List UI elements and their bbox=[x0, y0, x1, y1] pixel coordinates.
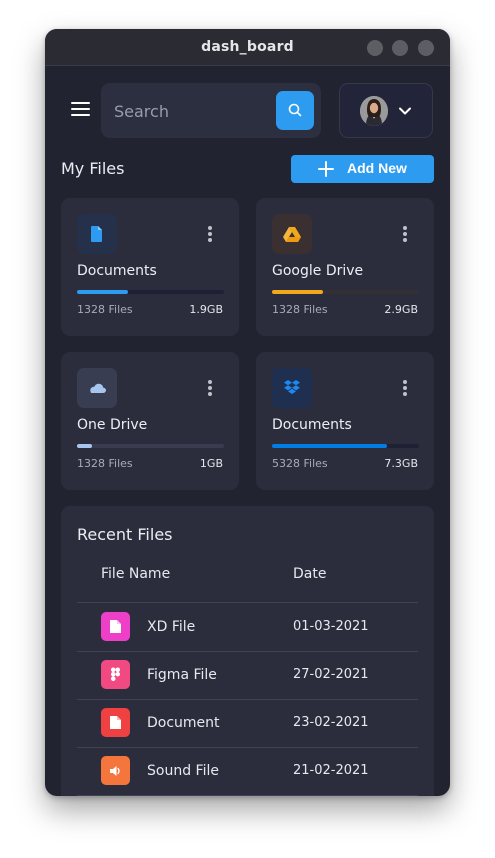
hamburger-menu-icon[interactable] bbox=[71, 102, 91, 118]
minimize-button[interactable] bbox=[367, 40, 383, 56]
app-window: dash_board My Files bbox=[45, 29, 450, 796]
xd-file-icon bbox=[101, 612, 130, 641]
usage-bar bbox=[272, 444, 419, 448]
file-date: 21-02-2021 bbox=[293, 763, 369, 778]
recent-files-panel: Recent Files File Name Date XD File 01-0… bbox=[61, 506, 434, 796]
usage-bar-fill bbox=[77, 290, 129, 294]
file-name: Sound File bbox=[147, 763, 219, 779]
storage-size: 1.9GB bbox=[189, 303, 223, 316]
sound-icon bbox=[101, 756, 130, 785]
table-row[interactable]: Document 23-02-2021 bbox=[77, 699, 418, 746]
storage-size: 2.9GB bbox=[384, 303, 418, 316]
my-files-title: My Files bbox=[61, 159, 125, 178]
storage-size: 1GB bbox=[199, 457, 223, 470]
search-input[interactable] bbox=[112, 96, 266, 126]
table-row[interactable]: Sound File 21-02-2021 bbox=[77, 747, 418, 794]
close-button[interactable] bbox=[418, 40, 434, 56]
avatar bbox=[360, 96, 388, 126]
file-date: 01-03-2021 bbox=[293, 619, 369, 634]
cloud-icon bbox=[77, 368, 117, 408]
document-icon bbox=[101, 708, 130, 737]
more-options-icon[interactable] bbox=[399, 379, 411, 397]
add-new-button[interactable]: Add New bbox=[291, 155, 434, 183]
search-icon bbox=[288, 103, 302, 117]
storage-size: 7.3GB bbox=[384, 457, 418, 470]
file-date: 23-02-2021 bbox=[293, 715, 369, 730]
card-name: Documents bbox=[272, 417, 352, 433]
more-options-icon[interactable] bbox=[204, 225, 216, 243]
usage-bar bbox=[77, 290, 224, 294]
more-options-icon[interactable] bbox=[204, 379, 216, 397]
maximize-button[interactable] bbox=[392, 40, 408, 56]
usage-bar-fill bbox=[272, 444, 387, 448]
card-name: Google Drive bbox=[272, 263, 364, 279]
recent-files-title: Recent Files bbox=[77, 525, 173, 544]
file-date: 27-02-2021 bbox=[293, 667, 369, 682]
file-count: 1328 Files bbox=[272, 303, 328, 316]
file-count: 5328 Files bbox=[272, 457, 328, 470]
file-count: 1328 Files bbox=[77, 457, 133, 470]
storage-card-documents[interactable]: Documents 1328 Files 1.9GB bbox=[61, 198, 239, 336]
search-button[interactable] bbox=[276, 91, 314, 130]
title-bar: dash_board bbox=[45, 29, 450, 66]
storage-card-dropbox[interactable]: Documents 5328 Files 7.3GB bbox=[256, 352, 434, 490]
file-name: Figma File bbox=[147, 667, 217, 683]
table-row[interactable]: Figma File 27-02-2021 bbox=[77, 651, 418, 698]
usage-bar-fill bbox=[77, 444, 92, 448]
file-count: 1328 Files bbox=[77, 303, 133, 316]
add-new-label: Add New bbox=[347, 160, 407, 176]
window-title: dash_board bbox=[201, 39, 294, 55]
chevron-down-icon bbox=[399, 107, 411, 115]
column-header-date: Date bbox=[293, 566, 327, 582]
more-options-icon[interactable] bbox=[399, 225, 411, 243]
file-name: XD File bbox=[147, 619, 196, 635]
table-row[interactable]: XD File 01-03-2021 bbox=[77, 603, 418, 650]
figma-icon bbox=[101, 660, 130, 689]
search-bar bbox=[101, 83, 321, 138]
google-drive-icon bbox=[272, 214, 312, 254]
card-name: One Drive bbox=[77, 417, 148, 433]
storage-card-google-drive[interactable]: Google Drive 1328 Files 2.9GB bbox=[256, 198, 434, 336]
card-name: Documents bbox=[77, 263, 157, 279]
usage-bar bbox=[272, 290, 419, 294]
profile-menu[interactable] bbox=[339, 83, 433, 138]
storage-card-one-drive[interactable]: One Drive 1328 Files 1GB bbox=[61, 352, 239, 490]
usage-bar bbox=[77, 444, 224, 448]
table-divider bbox=[77, 795, 418, 796]
document-icon bbox=[77, 214, 117, 254]
plus-icon bbox=[318, 161, 334, 177]
file-name: Document bbox=[147, 715, 220, 731]
column-header-file-name: File Name bbox=[101, 566, 171, 582]
dropbox-icon bbox=[272, 368, 312, 408]
usage-bar-fill bbox=[272, 290, 324, 294]
